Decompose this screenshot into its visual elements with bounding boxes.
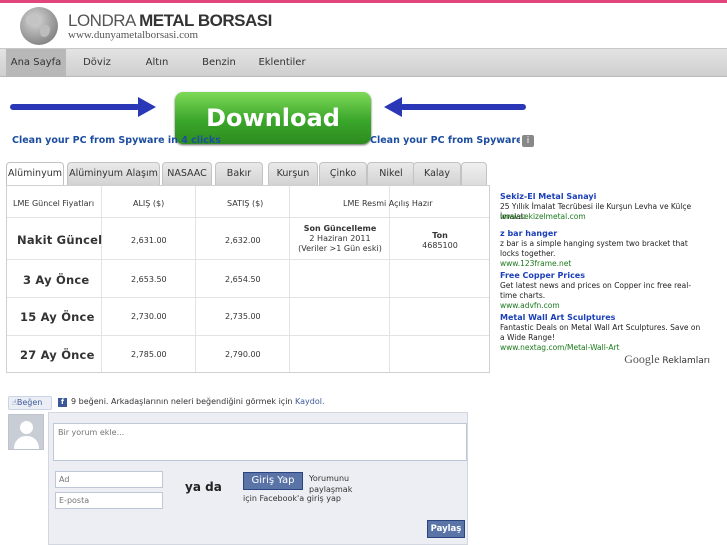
arrow-right-icon	[138, 97, 156, 117]
share-button[interactable]: Paylaş	[427, 520, 465, 538]
row-label: 15 Ay Önce	[20, 310, 95, 324]
tab-kalay[interactable]: Kalay	[413, 162, 461, 185]
ad-description: Fantastic Deals on Metal Wall Art Sculpt…	[500, 323, 701, 342]
table-header-row: LME Güncel Fiyatları ALIŞ ($) SATIŞ ($) …	[7, 186, 489, 218]
ad-url-link[interactable]: www.123frame.net	[500, 259, 571, 268]
row-label: 27 Ay Önce	[20, 348, 95, 362]
email-field[interactable]	[55, 492, 163, 509]
like-button-label: Beğen	[16, 398, 43, 407]
banner-caption-right[interactable]: Clean your PC from Spyware in 4 clicks	[370, 135, 520, 146]
ton-value: 4685100	[422, 241, 458, 250]
ad-title-link[interactable]: Sekiz-El Metal Sanayi	[500, 192, 596, 201]
header-alis: ALIŞ ($)	[133, 199, 165, 208]
header-lme-resmi: LME Resmi Açılış Hazır	[343, 199, 433, 208]
ton-title: Ton	[432, 231, 448, 240]
ad-url-link[interactable]: www.advfn.com	[500, 301, 560, 310]
brand-bold: METAL BORSASI	[139, 11, 272, 30]
update-title: Son Güncelleme	[303, 224, 377, 233]
site-logo-text[interactable]: LONDRA METAL BORSASI	[68, 11, 272, 31]
globe-logo-icon[interactable]	[20, 7, 58, 45]
row-alis: 2,631.00	[131, 236, 167, 245]
update-date: 2 Haziran 2011	[309, 234, 371, 243]
ad-title-link[interactable]: z bar hanger	[500, 229, 557, 238]
ad-url-link[interactable]: www.nextag.com/Metal-Wall-Art	[500, 343, 620, 352]
row-satis: 2,790.00	[225, 350, 261, 359]
tab-nikel[interactable]: Nikel	[367, 162, 415, 185]
facebook-login-button[interactable]: Giriş Yap	[243, 472, 303, 490]
header-lme-guncel: LME Güncel Fiyatları	[13, 199, 95, 208]
ad-info-icon[interactable]: i	[522, 135, 534, 147]
like-count-text: 9 beğeni. Arkadaşlarının neleri beğendiğ…	[71, 397, 325, 406]
row-satis: 2,654.50	[225, 275, 261, 284]
metal-tabs: Alüminyum Alüminyum Alaşım NASAAC Bakır …	[6, 162, 490, 186]
table-row: 3 Ay Önce 2,653.50 2,654.50	[7, 260, 489, 298]
banner-caption-left[interactable]: Clean your PC from Spyware in 4 clicks	[12, 135, 221, 146]
avatar	[8, 414, 44, 450]
ad-url-link[interactable]: www.sekizelmetal.com	[500, 212, 586, 221]
tab-aluminyum[interactable]: Alüminyum	[6, 162, 64, 186]
tab-kursun[interactable]: Kurşun	[268, 162, 318, 185]
arrow-right-shaft	[10, 104, 140, 110]
brand-light: LONDRA	[68, 11, 140, 30]
main-nav: Ana Sayfa Döviz Altın Benzin Eklentiler	[0, 48, 727, 77]
row-alis: 2,730.00	[131, 312, 167, 321]
row-satis: 2,632.00	[225, 236, 261, 245]
ad-title-link[interactable]: Metal Wall Art Sculptures	[500, 313, 615, 322]
header-satis: SATIŞ ($)	[227, 199, 264, 208]
ad-title-link[interactable]: Free Copper Prices	[500, 271, 585, 280]
google-ads-label[interactable]: Google Reklamları	[624, 352, 710, 367]
google-logo: Google	[624, 352, 660, 366]
tab-nasaac[interactable]: NASAAC	[162, 162, 212, 185]
arrow-left-shaft	[400, 104, 526, 110]
ad-description: z bar is a simple hanging system two bra…	[500, 239, 688, 258]
update-note: (Veriler >1 Gün eski)	[298, 244, 382, 253]
site-url: www.dunyametalborsasi.com	[68, 29, 199, 41]
row-label: 3 Ay Önce	[23, 273, 90, 287]
name-field[interactable]	[55, 471, 163, 488]
price-table: LME Güncel Fiyatları ALIŞ ($) SATIŞ ($) …	[6, 185, 490, 373]
facebook-login-note: Yorumunu paylaşmak	[309, 474, 353, 494]
table-row: Nakit Güncel 2,631.00 2,632.00 Son Günce…	[7, 218, 489, 260]
tab-bakir[interactable]: Bakır	[215, 162, 263, 185]
ad-description: Get latest news and prices on Copper inc…	[500, 281, 692, 300]
row-satis: 2,735.00	[225, 312, 261, 321]
google-ads-block: Sekiz-El Metal Sanayi 25 Yıllık İmalat T…	[496, 187, 714, 367]
tab-spacer	[461, 162, 487, 185]
comment-form: ya da Giriş Yap Yorumunu paylaşmak için …	[48, 412, 468, 545]
table-row: 15 Ay Önce 2,730.00 2,735.00	[7, 298, 489, 336]
table-row: 27 Ay Önce 2,785.00 2,790.00	[7, 336, 489, 372]
facebook-like-bar: ☝Beğen f 9 beğeni. Arkadaşlarının neleri…	[8, 396, 508, 410]
nav-item-benzin[interactable]: Benzin	[196, 49, 242, 77]
signup-link[interactable]: Kaydol.	[295, 397, 324, 406]
nav-item-eklentiler[interactable]: Eklentiler	[256, 49, 308, 77]
row-alis: 2,785.00	[131, 350, 167, 359]
site-header: LONDRA METAL BORSASI www.dunyametalborsa…	[0, 3, 727, 48]
comment-input[interactable]	[53, 423, 467, 461]
row-label: Nakit Güncel	[17, 233, 103, 247]
tab-aluminyum-alasim[interactable]: Alüminyum Alaşım	[67, 162, 160, 185]
or-text: ya da	[185, 480, 222, 494]
nav-item-ana-sayfa[interactable]: Ana Sayfa	[6, 49, 66, 77]
row-alis: 2,653.50	[131, 275, 167, 284]
nav-item-altin[interactable]: Altın	[136, 49, 178, 77]
like-count-label: 9 beğeni. Arkadaşlarının neleri beğendiğ…	[71, 397, 293, 406]
like-button[interactable]: ☝Beğen	[8, 396, 52, 410]
google-ads-text: Reklamları	[662, 356, 710, 366]
tab-cinko[interactable]: Çinko	[319, 162, 367, 185]
facebook-login-note-2: için Facebook'a giriş yap	[243, 494, 341, 503]
download-ad-banner[interactable]: Download Clean your PC from Spyware in 4…	[8, 84, 534, 148]
nav-item-doviz[interactable]: Döviz	[74, 49, 120, 77]
facebook-icon: f	[58, 398, 67, 407]
